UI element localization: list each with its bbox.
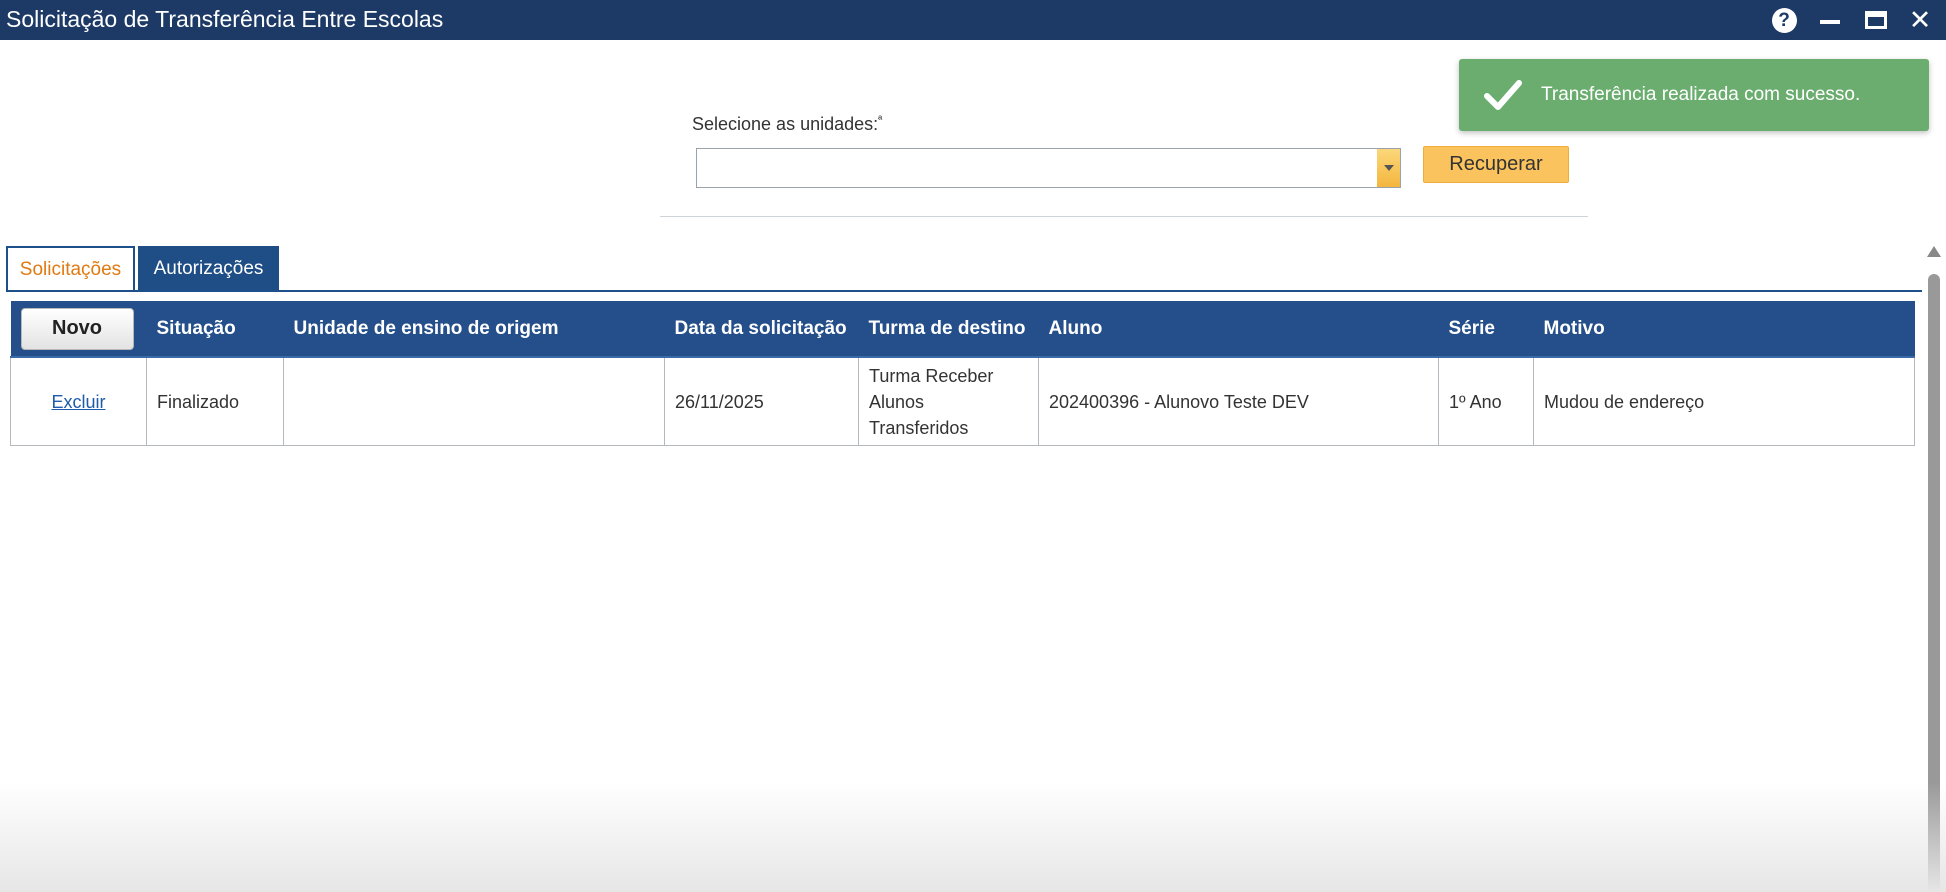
chevron-down-icon	[1383, 165, 1394, 171]
header-data-solicitacao[interactable]: Data da solicitação	[664, 301, 859, 358]
tab-autorizacoes[interactable]: Autorizações	[138, 246, 279, 291]
scroll-thumb[interactable]	[1928, 274, 1940, 892]
required-mark: ª	[878, 114, 883, 126]
cell-data-solicitacao: 26/11/2025	[664, 356, 859, 446]
novo-button[interactable]: Novo	[20, 307, 134, 350]
dropdown-arrow-button[interactable]	[1377, 149, 1400, 187]
minimize-button[interactable]	[1814, 4, 1846, 36]
recuperar-button[interactable]: Recuperar	[1423, 146, 1569, 183]
units-select[interactable]	[696, 148, 1401, 188]
cell-unidade-origem	[283, 356, 665, 446]
header-turma-destino[interactable]: Turma de destino	[858, 301, 1039, 358]
header-serie[interactable]: Série	[1438, 301, 1534, 358]
cell-aluno: 202400396 - Alunovo Teste DEV	[1038, 356, 1439, 446]
cell-action: Excluir	[10, 356, 147, 446]
table-header-row: Novo Situação Unidade de ensino de orige…	[10, 301, 1915, 358]
excluir-link[interactable]: Excluir	[21, 389, 136, 415]
checkmark-icon	[1484, 80, 1522, 110]
tab-solicitacoes[interactable]: Solicitações	[6, 246, 135, 291]
close-icon: ✕	[1908, 5, 1932, 35]
filter-divider	[660, 216, 1588, 217]
window-title: Solicitação de Transferência Entre Escol…	[6, 6, 444, 32]
bottom-shading	[0, 782, 1946, 892]
toast-message: Transferência realizada com sucesso.	[1541, 84, 1861, 105]
header-actions: Novo	[10, 301, 147, 358]
maximize-button[interactable]	[1860, 4, 1892, 36]
header-aluno[interactable]: Aluno	[1038, 301, 1439, 358]
cell-serie: 1º Ano	[1438, 356, 1534, 446]
header-unidade-origem[interactable]: Unidade de ensino de origem	[283, 301, 665, 358]
success-toast[interactable]: Transferência realizada com sucesso.	[1459, 59, 1929, 131]
units-label-text: Selecione as unidades:	[692, 114, 879, 134]
tab-underline	[6, 290, 1922, 292]
cell-situacao: Finalizado	[146, 356, 284, 446]
table-row: Excluir Finalizado 26/11/2025 Turma Rece…	[10, 356, 1915, 446]
header-situacao[interactable]: Situação	[146, 301, 284, 358]
title-bar: Solicitação de Transferência Entre Escol…	[0, 0, 1946, 40]
close-button[interactable]: ✕	[1904, 4, 1936, 36]
help-button[interactable]: ?	[1768, 4, 1800, 36]
requests-table: Novo Situação Unidade de ensino de orige…	[10, 301, 1915, 446]
scroll-up-icon[interactable]	[1927, 246, 1941, 257]
minimize-icon	[1820, 20, 1840, 24]
units-label: Selecione as unidades:ª	[692, 114, 882, 135]
help-icon: ?	[1771, 7, 1797, 33]
maximize-icon	[1865, 11, 1887, 29]
cell-turma-destino: Turma Receber Alunos Transferidos	[858, 356, 1039, 446]
vertical-scrollbar[interactable]	[1927, 246, 1941, 892]
header-motivo[interactable]: Motivo	[1533, 301, 1915, 358]
cell-motivo: Mudou de endereço	[1533, 356, 1915, 446]
